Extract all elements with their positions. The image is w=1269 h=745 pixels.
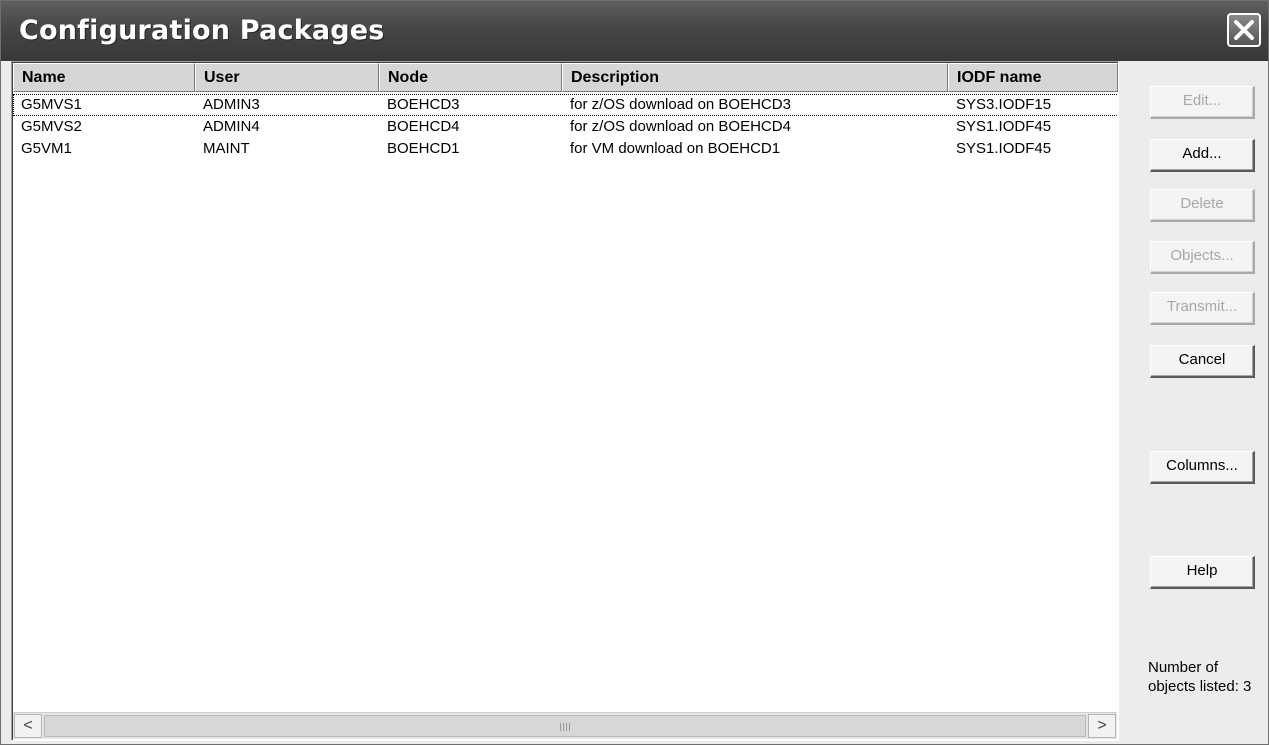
window-title: Configuration Packages	[19, 15, 385, 46]
cell-description: for z/OS download on BOEHCD4	[570, 118, 791, 135]
cell-name: G5MVS1	[21, 96, 82, 113]
cell-iodf-name: SYS3.IODF15	[956, 96, 1052, 113]
column-header-node[interactable]: Node	[379, 63, 562, 92]
list-header: Name User Node Description IODF name	[13, 63, 1118, 92]
cell-iodf-name: SYS1.IODF45	[956, 140, 1052, 157]
horizontal-scrollbar[interactable]: < >	[13, 712, 1117, 739]
column-header-description[interactable]: Description	[562, 63, 948, 92]
column-header-name[interactable]: Name	[13, 63, 195, 92]
button-panel: Edit... Add... Delete Objects... Transmi…	[1119, 61, 1268, 744]
cell-name: G5MVS2	[21, 118, 82, 135]
cell-user: ADMIN4	[203, 118, 260, 135]
chevron-right-icon: >	[1097, 717, 1107, 734]
list-row[interactable]: G5VM1 MAINT BOEHCD1 for VM download on B…	[13, 138, 1118, 160]
add-button[interactable]: Add...	[1150, 139, 1255, 172]
object-count-status: Number of objects listed: 3	[1148, 659, 1252, 695]
cell-description: for VM download on BOEHCD1	[570, 140, 781, 157]
cell-user: MAINT	[203, 140, 250, 157]
cell-node: BOEHCD1	[387, 140, 460, 157]
cell-name: G5VM1	[21, 140, 72, 157]
list-row[interactable]: G5MVS2 ADMIN4 BOEHCD4 for z/OS download …	[13, 116, 1118, 138]
columns-button[interactable]: Columns...	[1150, 451, 1255, 484]
scroll-right-button[interactable]: >	[1088, 714, 1116, 738]
edit-button[interactable]: Edit...	[1150, 86, 1255, 119]
cell-description: for z/OS download on BOEHCD3	[570, 96, 791, 113]
objects-button[interactable]: Objects...	[1150, 241, 1255, 274]
grip-icon	[560, 723, 570, 731]
cell-node: BOEHCD3	[387, 96, 460, 113]
scrollbar-thumb[interactable]	[44, 715, 1086, 737]
cell-node: BOEHCD4	[387, 118, 460, 135]
packages-list[interactable]: Name User Node Description IODF name G5M…	[11, 61, 1119, 741]
transmit-button[interactable]: Transmit...	[1150, 292, 1255, 325]
delete-button[interactable]: Delete	[1150, 189, 1255, 222]
close-icon	[1234, 20, 1254, 40]
configuration-packages-window: Configuration Packages Name User Node De…	[0, 0, 1269, 745]
help-button[interactable]: Help	[1150, 556, 1255, 589]
cell-user: ADMIN3	[203, 96, 260, 113]
column-header-iodf-name[interactable]: IODF name	[948, 63, 1118, 92]
list-row[interactable]: G5MVS1 ADMIN3 BOEHCD3 for z/OS download …	[13, 94, 1118, 116]
list-rows: G5MVS1 ADMIN3 BOEHCD3 for z/OS download …	[13, 94, 1118, 160]
scroll-left-button[interactable]: <	[14, 714, 42, 738]
chevron-left-icon: <	[23, 717, 33, 734]
title-bar[interactable]: Configuration Packages	[1, 1, 1268, 61]
close-button[interactable]	[1227, 13, 1261, 47]
cancel-button[interactable]: Cancel	[1150, 345, 1255, 378]
cell-iodf-name: SYS1.IODF45	[956, 118, 1052, 135]
column-header-user[interactable]: User	[195, 63, 379, 92]
